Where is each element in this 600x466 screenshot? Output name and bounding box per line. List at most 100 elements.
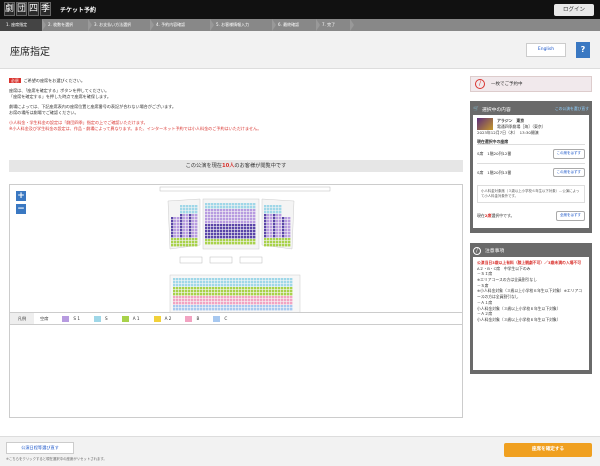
seat xyxy=(180,232,183,235)
seat xyxy=(250,203,253,206)
seat xyxy=(263,296,266,299)
seat xyxy=(215,302,218,305)
seat xyxy=(232,212,235,215)
seat xyxy=(214,203,217,206)
seat xyxy=(285,238,288,241)
seat xyxy=(200,296,203,299)
seat xyxy=(186,214,189,217)
caution-header: / 注意事項 xyxy=(473,245,589,257)
seat xyxy=(290,284,293,287)
seat xyxy=(254,308,257,311)
seat xyxy=(211,224,214,227)
step-5: 5. お客様情報入力 xyxy=(210,19,276,31)
seat xyxy=(214,218,217,221)
seat xyxy=(257,278,260,281)
seat xyxy=(233,281,236,284)
seat xyxy=(264,208,267,211)
seat xyxy=(253,230,256,233)
login-button[interactable]: ログイン xyxy=(554,4,594,16)
seat xyxy=(253,224,256,227)
seat xyxy=(215,305,218,308)
seat xyxy=(200,290,203,293)
seat xyxy=(176,287,179,290)
seat xyxy=(206,284,209,287)
seat xyxy=(194,299,197,302)
seat xyxy=(203,305,206,308)
seat xyxy=(288,244,291,247)
seat xyxy=(264,205,267,208)
seat xyxy=(276,223,279,226)
seat xyxy=(281,293,284,296)
seat xyxy=(186,205,189,208)
seat xyxy=(182,299,185,302)
seat xyxy=(239,305,242,308)
seat xyxy=(218,308,221,311)
seat xyxy=(251,281,254,284)
seat xyxy=(206,305,209,308)
reselect-link[interactable]: この公演を選び直す xyxy=(555,106,589,112)
seat xyxy=(232,203,235,206)
remove-seat-button[interactable]: この席をはずす xyxy=(552,167,585,178)
seat xyxy=(206,287,209,290)
remove-all-button[interactable]: 全席をはずす xyxy=(556,211,585,221)
selection-title: 選択中の内容 xyxy=(481,107,511,113)
confirm-seat-button[interactable]: 座席を確定する xyxy=(504,443,592,457)
seat xyxy=(267,229,270,232)
show-info: アラジン 東京 電通四季劇場［海］（東京） xyxy=(477,118,585,130)
seat xyxy=(287,284,290,287)
reselect-schedule-button[interactable]: 公演日程等選び直す xyxy=(6,442,74,454)
seat xyxy=(179,281,182,284)
seat xyxy=(290,296,293,299)
seat xyxy=(218,278,221,281)
seat xyxy=(180,223,183,226)
seat xyxy=(205,218,208,221)
seat xyxy=(247,203,250,206)
seat xyxy=(194,278,197,281)
seat xyxy=(247,224,250,227)
seat xyxy=(236,302,239,305)
seat xyxy=(239,293,242,296)
seat xyxy=(264,235,267,238)
seat xyxy=(171,238,174,241)
seat xyxy=(238,203,241,206)
seat xyxy=(285,223,288,226)
seat xyxy=(285,229,288,232)
seat xyxy=(270,241,273,244)
seat xyxy=(229,224,232,227)
seat xyxy=(182,305,185,308)
help-button[interactable]: ? xyxy=(576,42,590,58)
seat xyxy=(269,281,272,284)
seat xyxy=(281,284,284,287)
seat xyxy=(273,229,276,232)
seat xyxy=(241,224,244,227)
seat xyxy=(239,299,242,302)
pencil-icon: / xyxy=(475,79,485,89)
seat xyxy=(284,302,287,305)
seat xyxy=(247,242,250,245)
seat xyxy=(183,235,186,238)
seat xyxy=(279,208,282,211)
seat xyxy=(217,242,220,245)
seat xyxy=(214,215,217,218)
seat xyxy=(281,302,284,305)
seat xyxy=(214,221,217,224)
english-button[interactable]: English xyxy=(526,43,566,57)
logo[interactable]: 劇 団 四 季 xyxy=(4,2,51,17)
seat xyxy=(267,226,270,229)
seat xyxy=(276,244,279,247)
seat xyxy=(229,203,232,206)
viewer-count-bar: この公演を現在10人のお客様が閲覧中です xyxy=(9,160,463,172)
seat xyxy=(206,290,209,293)
seat xyxy=(183,229,186,232)
seat xyxy=(195,223,198,226)
seat xyxy=(264,211,267,214)
seat xyxy=(191,281,194,284)
seat xyxy=(192,223,195,226)
remove-seat-button[interactable]: この席をはずす xyxy=(552,149,585,159)
seat xyxy=(284,281,287,284)
seat xyxy=(248,284,251,287)
seat xyxy=(188,305,191,308)
seat-map-graphic[interactable] xyxy=(10,185,464,419)
seat xyxy=(281,281,284,284)
seat xyxy=(279,241,282,244)
